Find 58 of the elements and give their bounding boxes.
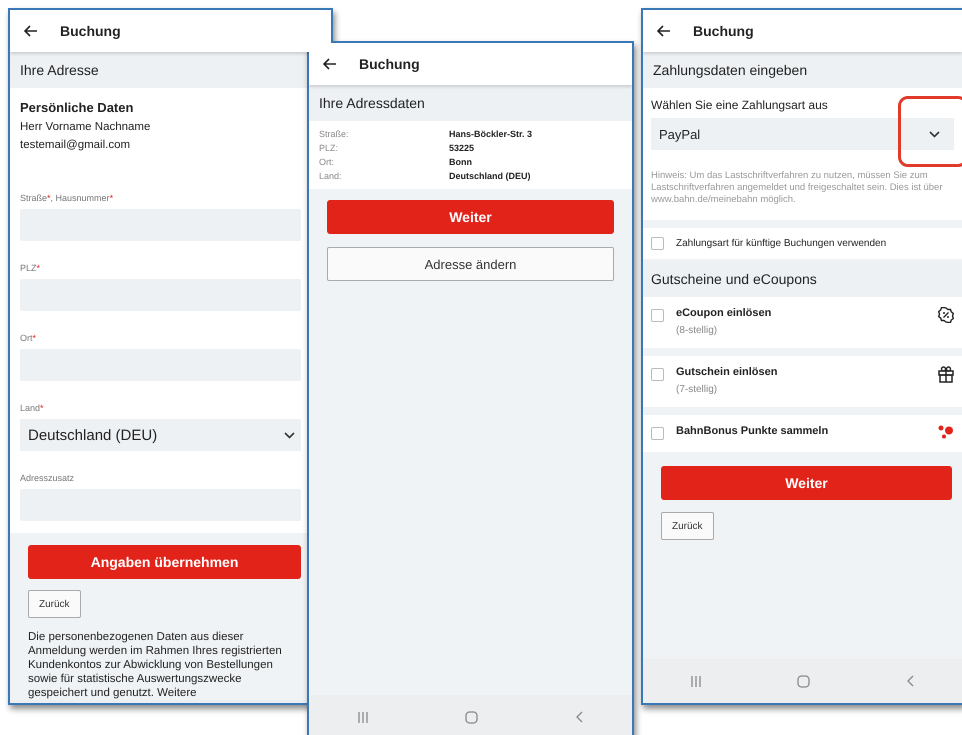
- personal-detail: testemail@gmail.com: [20, 139, 132, 151]
- select-field[interactable]: Deutschland (DEU): [20, 419, 301, 451]
- detail-label: Land:: [319, 171, 343, 181]
- field-label: Wählen Sie eine Zahlungsart aus: [651, 98, 829, 112]
- back-arrow-icon[interactable]: [657, 25, 671, 37]
- option-subtitle: (7-stellig): [676, 384, 718, 395]
- back-button[interactable]: Zurück: [28, 590, 81, 618]
- field-label: Adresszusatz: [20, 473, 76, 483]
- back-arrow-icon[interactable]: [24, 25, 38, 37]
- section-heading: Gutscheine und eCoupons: [643, 261, 962, 297]
- detail-value: Hans-Böckler-Str. 3: [449, 129, 534, 139]
- privacy-notice: Die personenbezogenen Daten aus dieser Anmeldung werden im Rahmen Ihres registrierten Kundenkontos zur Abwicklung von Bestellungen sowie für statistische Auswertungszwecke gespeichert und genutzt. Weitere: [28, 630, 283, 700]
- detail-value: Bonn: [449, 157, 473, 167]
- checkbox-label: Zahlungsart für künftige Buchungen verwenden: [676, 238, 886, 249]
- highlight-frame: [898, 96, 962, 167]
- change-address-button[interactable]: Adresse ändern: [327, 247, 614, 281]
- personal-detail: Herr Vorname Nachname: [20, 121, 152, 133]
- screen-title: Buchung: [693, 23, 754, 39]
- nav-back-icon[interactable]: [576, 711, 584, 723]
- home-icon[interactable]: [797, 674, 810, 688]
- detail-label: PLZ:: [319, 143, 340, 153]
- detail-label: Straße:: [319, 129, 350, 139]
- checkbox[interactable]: [651, 309, 664, 322]
- field-label: Straße*, Hausnummer*: [20, 193, 114, 203]
- chevron-down-icon: [929, 130, 940, 138]
- submit-button[interactable]: Angaben übernehmen: [28, 545, 301, 579]
- section-subheading: Persönliche Daten: [20, 100, 134, 115]
- checkbox[interactable]: [651, 368, 664, 381]
- dots-icon: [938, 425, 954, 439]
- field-label: PLZ*: [20, 263, 42, 273]
- detail-value: Deutschland (DEU): [449, 171, 532, 181]
- option-title: eCoupon einlösen: [676, 307, 772, 319]
- section-heading: Zahlungsdaten eingeben: [643, 52, 962, 88]
- checkbox[interactable]: [651, 237, 664, 250]
- option-title: Gutschein einlösen: [676, 366, 778, 378]
- option-title: BahnBonus Punkte sammeln: [676, 425, 830, 437]
- chevron-down-icon: [284, 432, 295, 438]
- gift-icon: [938, 366, 954, 383]
- screen-title: Buchung: [60, 23, 121, 39]
- recent-apps-icon[interactable]: [691, 676, 702, 686]
- section-heading: Ihre Adressdaten: [309, 85, 632, 121]
- field-label: Land*: [20, 403, 45, 413]
- screen-title: Buchung: [359, 56, 420, 72]
- detail-label: Ort:: [319, 157, 335, 167]
- continue-button[interactable]: Weiter: [661, 466, 952, 500]
- field-label: Ort*: [20, 333, 38, 343]
- home-icon[interactable]: [465, 710, 478, 724]
- percent-badge-icon: [938, 307, 954, 323]
- recent-apps-icon[interactable]: [358, 712, 368, 722]
- select-field[interactable]: PayPal: [651, 118, 954, 150]
- checkbox[interactable]: [651, 427, 664, 440]
- nav-back-icon[interactable]: [906, 675, 914, 687]
- option-subtitle: (8-stellig): [676, 325, 718, 336]
- back-button[interactable]: Zurück: [661, 512, 714, 540]
- detail-value: 53225: [449, 143, 476, 153]
- back-arrow-icon[interactable]: [323, 58, 337, 70]
- continue-button[interactable]: Weiter: [327, 200, 614, 234]
- hint-text: Hinweis: Um das Lastschriftverfahren zu nutzen, müssen Sie zum Lastschriftverfahren angemeldet und freigeschaltet sein. Dies ist über www.bahn.de/meinebahn möglich.: [651, 170, 944, 206]
